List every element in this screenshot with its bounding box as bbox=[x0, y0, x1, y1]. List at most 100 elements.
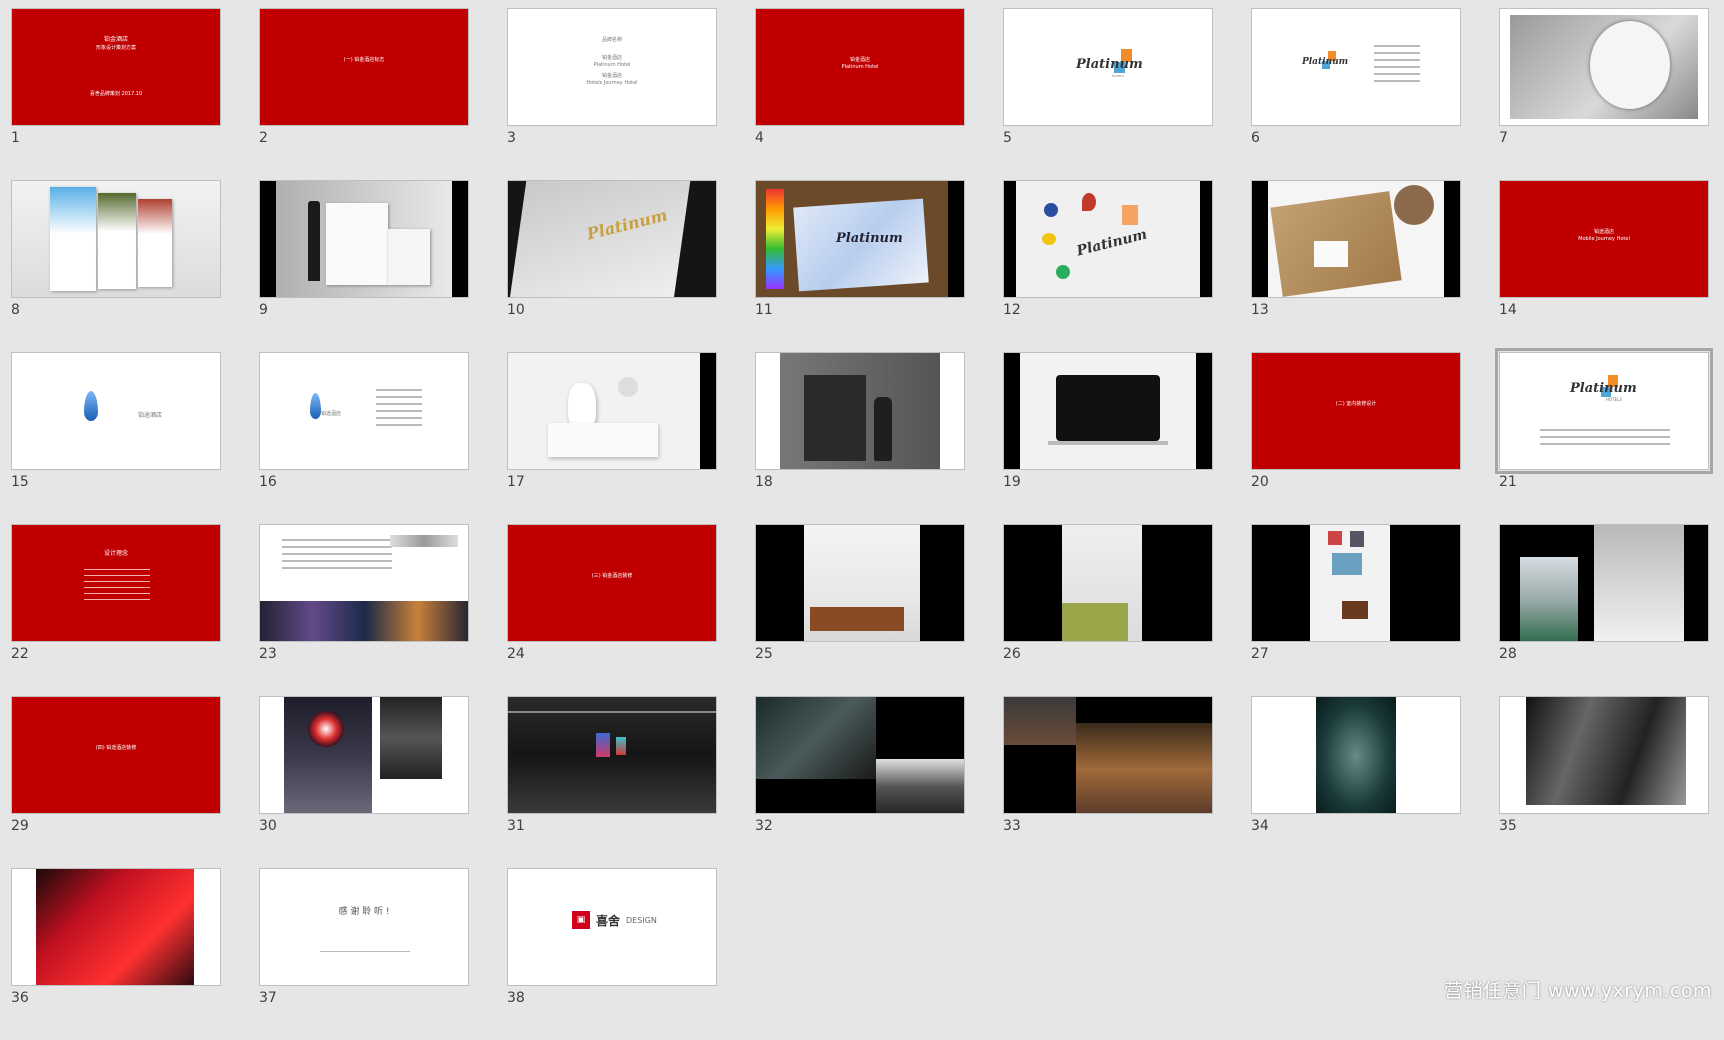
slide-number: 35 bbox=[1499, 818, 1517, 834]
cafe-photo bbox=[1004, 697, 1076, 745]
slide-number: 6 bbox=[1251, 130, 1260, 146]
slide-thumbnail[interactable]: 7 bbox=[1499, 8, 1711, 180]
restaurant-photo bbox=[876, 759, 964, 813]
city-night-photo bbox=[260, 601, 468, 641]
slide-thumbnail[interactable]: 36 bbox=[11, 868, 223, 1040]
slide-thumbnail[interactable]: (二) 室内装修设计 20 bbox=[1251, 352, 1463, 524]
slide-number: 31 bbox=[507, 818, 525, 834]
watermark: 营销任意门 www.yxrym.com bbox=[1443, 980, 1712, 1002]
slide-preview: 品牌名称 铂金酒店 Platinum Hotel 铂金酒店 Hotels Jou… bbox=[507, 8, 717, 126]
slide-number: 4 bbox=[755, 130, 764, 146]
slide-thumbnail[interactable]: ▣ 喜舍 DESIGN 38 bbox=[507, 868, 719, 1040]
slide-preview: (三) 铂金酒店装修 bbox=[507, 524, 717, 642]
slide-thumbnail[interactable]: 27 bbox=[1251, 524, 1463, 696]
slide-thumbnail[interactable]: 8 bbox=[11, 180, 223, 352]
slide-thumbnail[interactable]: 铂金酒店 形象设计策划方案 喜舍品牌策划 2017.10 1 bbox=[11, 8, 223, 180]
slide-thumbnail[interactable]: 25 bbox=[755, 524, 967, 696]
slide-thumbnail[interactable]: (三) 铂金酒店装修 24 bbox=[507, 524, 719, 696]
slide-thumbnail[interactable]: 设计理念 22 bbox=[11, 524, 223, 696]
slide-preview bbox=[1499, 8, 1709, 126]
artwork-photo bbox=[616, 737, 626, 755]
slide-preview: 铂途酒店 bbox=[11, 352, 221, 470]
slide-thumbnail[interactable]: 铂途酒店 Mobile Journey Hotel 14 bbox=[1499, 180, 1711, 352]
slide-number: 18 bbox=[755, 474, 773, 490]
slide-thumbnail[interactable]: 28 bbox=[1499, 524, 1711, 696]
jar-photo bbox=[618, 377, 638, 397]
slide-number: 24 bbox=[507, 646, 525, 662]
atrium-photo bbox=[1594, 525, 1684, 641]
slide-number: 10 bbox=[507, 302, 525, 318]
slide-number: 21 bbox=[1499, 474, 1517, 490]
slide-thumbnail[interactable]: Platinum HOTELS 5 bbox=[1003, 8, 1215, 180]
slide-thumbnail[interactable]: 17 bbox=[507, 352, 719, 524]
platinum-logo: Platinum bbox=[1075, 226, 1149, 260]
artwork-photo bbox=[596, 733, 610, 757]
slide-thumbnail[interactable]: 铂途酒店 15 bbox=[11, 352, 223, 524]
slide-preview: 设计理念 bbox=[11, 524, 221, 642]
slide-preview bbox=[1251, 696, 1461, 814]
slide-preview: (二) 室内装修设计 bbox=[1251, 352, 1461, 470]
slide-thumbnail[interactable]: 23 bbox=[259, 524, 471, 696]
slide-thumbnail[interactable]: 9 bbox=[259, 180, 471, 352]
xishe-mark-icon: ▣ bbox=[572, 911, 590, 929]
text-lines bbox=[282, 539, 392, 574]
slide-preview bbox=[1251, 524, 1461, 642]
platinum-logo: Platinum bbox=[1302, 57, 1349, 67]
slide-thumbnail[interactable]: 35 bbox=[1499, 696, 1711, 868]
slide-preview bbox=[1251, 180, 1461, 298]
bottle-photo bbox=[874, 397, 892, 461]
slide-preview bbox=[259, 180, 469, 298]
slide-number: 19 bbox=[1003, 474, 1021, 490]
slide-thumbnail[interactable]: 34 bbox=[1251, 696, 1463, 868]
slide-thumbnail[interactable]: 铂金酒店 Platinum Hotel 4 bbox=[755, 8, 967, 180]
slide-preview bbox=[11, 180, 221, 298]
slide-preview bbox=[1499, 696, 1709, 814]
slide-thumbnail[interactable]: 33 bbox=[1003, 696, 1215, 868]
slide-thumbnail[interactable]: 32 bbox=[755, 696, 967, 868]
slide-thumbnail[interactable]: 30 bbox=[259, 696, 471, 868]
red-lobby-photo bbox=[36, 869, 194, 985]
slide-preview bbox=[755, 352, 965, 470]
slide-thumbnail[interactable]: 26 bbox=[1003, 524, 1215, 696]
slide-thumbnail[interactable]: Platinum 12 bbox=[1003, 180, 1215, 352]
slide-thumbnail[interactable]: 19 bbox=[1003, 352, 1215, 524]
slide-thumbnail[interactable]: 13 bbox=[1251, 180, 1463, 352]
slide-thumbnail[interactable]: (四) 铂途酒店装修 29 bbox=[11, 696, 223, 868]
slide-number: 32 bbox=[755, 818, 773, 834]
neon-ring-photo bbox=[308, 711, 344, 747]
slide-number: 5 bbox=[1003, 130, 1012, 146]
slide-thumbnail[interactable]: 感 谢 聆 听 ! 37 bbox=[259, 868, 471, 1040]
slide-number: 11 bbox=[755, 302, 773, 318]
brochure-photo bbox=[98, 193, 136, 289]
platinum-logo: Platinum bbox=[836, 231, 903, 246]
slide-number: 22 bbox=[11, 646, 29, 662]
slide-preview bbox=[1003, 524, 1213, 642]
slide-thumbnail[interactable]: Platinum 10 bbox=[507, 180, 719, 352]
slide-number: 37 bbox=[259, 990, 277, 1006]
slide-thumbnail[interactable]: Platinum 6 bbox=[1251, 8, 1463, 180]
slide-thumbnail[interactable]: 铂途酒店 16 bbox=[259, 352, 471, 524]
slide-preview bbox=[755, 524, 965, 642]
slide-thumbnail[interactable]: 品牌名称 铂金酒店 Platinum Hotel 铂金酒店 Hotels Jou… bbox=[507, 8, 719, 180]
slide-number: 36 bbox=[11, 990, 29, 1006]
shopping-bag-photo bbox=[388, 229, 430, 285]
slide-number: 28 bbox=[1499, 646, 1517, 662]
slide-thumbnail[interactable]: 18 bbox=[755, 352, 967, 524]
slide-number: 13 bbox=[1251, 302, 1269, 318]
text-lines bbox=[1540, 429, 1670, 450]
slide-thumbnail[interactable]: 31 bbox=[507, 696, 719, 868]
slide-number: 25 bbox=[755, 646, 773, 662]
dark-bag-photo bbox=[804, 375, 866, 461]
slide-preview bbox=[1003, 352, 1213, 470]
slide-number: 8 bbox=[11, 302, 20, 318]
slide-number: 23 bbox=[259, 646, 277, 662]
slide-thumbnail[interactable]: (一) 铂金酒店标志 2 bbox=[259, 8, 471, 180]
text-lines bbox=[320, 951, 410, 957]
slide-thumbnail[interactable]: Platinum 11 bbox=[755, 180, 967, 352]
reception-desk-photo bbox=[810, 607, 904, 631]
slide-number: 20 bbox=[1251, 474, 1269, 490]
slide-number: 14 bbox=[1499, 302, 1517, 318]
slide-thumbnail-selected[interactable]: Platinum HOTELS 21 bbox=[1495, 348, 1713, 524]
shopping-bag-photo bbox=[326, 203, 388, 285]
text-lines bbox=[84, 569, 150, 605]
